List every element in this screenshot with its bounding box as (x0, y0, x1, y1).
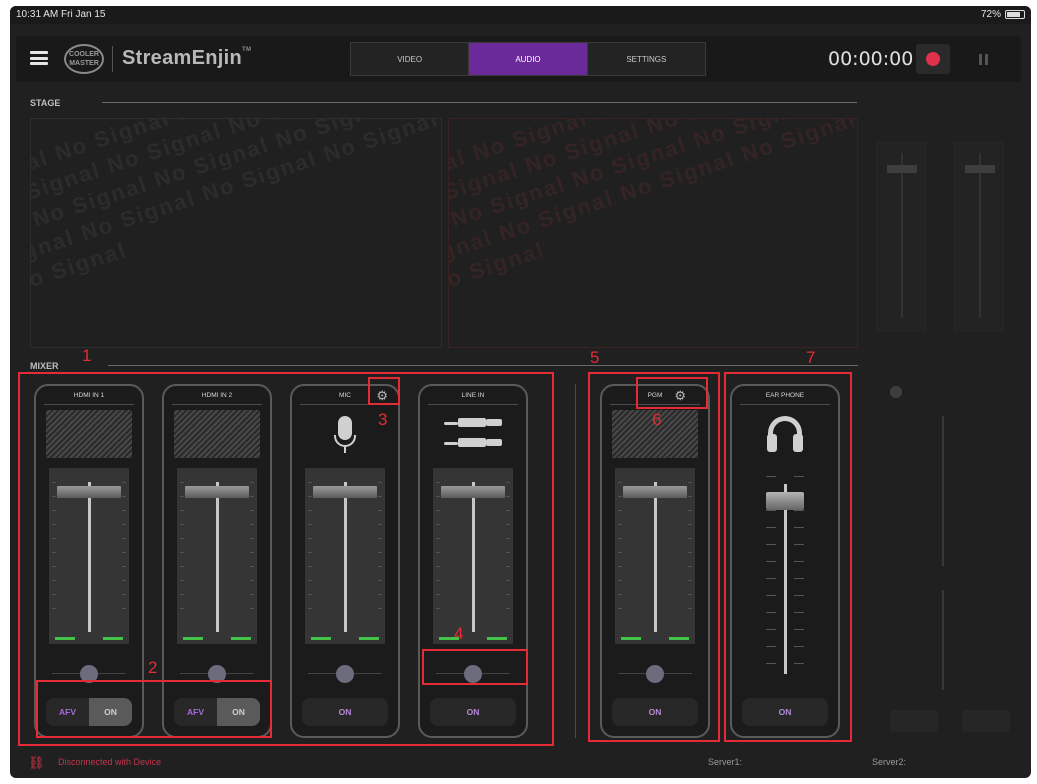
callout-number: 2 (148, 658, 158, 677)
callout-box-4 (422, 649, 528, 685)
no-signal-watermark: No Signal No Signal No Signal No Signal … (448, 118, 858, 312)
no-signal-watermark: No Signal No Signal No Signal No Signal … (30, 118, 442, 312)
tablet-screen: 10:31 AM Fri Jan 15 72% COOLER MASTER St… (10, 6, 1031, 778)
mixer-label: MIXER (30, 361, 59, 371)
mixer-divider (108, 365, 858, 366)
program-monitor[interactable]: No Signal No Signal No Signal No Signal … (448, 118, 858, 348)
level-meter-left (876, 142, 926, 332)
callout-number: 5 (590, 348, 600, 367)
footer-bar: ⛓ Disconnected with Device Server1: Serv… (10, 748, 1031, 778)
status-time: 10:31 AM Fri Jan 15 (16, 9, 106, 20)
battery-percent: 72% (980, 9, 1001, 20)
hamburger-menu-icon[interactable] (30, 51, 48, 65)
callout-box-6 (636, 377, 708, 409)
pause-button[interactable] (966, 44, 1000, 74)
status-bar: 10:31 AM Fri Jan 15 72% (10, 6, 1031, 24)
callout-box-7 (724, 372, 852, 742)
tab-audio[interactable]: AUDIO (469, 43, 588, 75)
callout-number: 3 (378, 410, 388, 429)
battery-status: 72% (981, 9, 1025, 20)
preview-monitor[interactable]: No Signal No Signal No Signal No Signal … (30, 118, 442, 348)
server1-label: Server1: (708, 757, 743, 767)
record-icon (926, 52, 940, 66)
callout-number: 6 (652, 410, 662, 429)
brand-logo: COOLER MASTER (64, 44, 104, 74)
panel-button[interactable] (890, 710, 938, 732)
callout-number: 4 (454, 624, 464, 643)
header-divider (112, 46, 113, 72)
top-bar: COOLER MASTER StreamEnjinTM VIDEO AUDIO … (16, 36, 1021, 82)
panel-slider-track (942, 590, 944, 690)
tab-settings[interactable]: SETTINGS (587, 43, 705, 75)
battery-icon (1005, 10, 1025, 19)
panel-slider-track (942, 416, 944, 566)
disconnected-link-icon: ⛓ (28, 755, 45, 770)
right-panel (874, 96, 1024, 768)
record-button[interactable] (916, 44, 950, 74)
panel-button[interactable] (962, 710, 1010, 732)
toggle-knob[interactable] (890, 386, 902, 398)
mode-tabs: VIDEO AUDIO SETTINGS (350, 42, 706, 76)
trademark: TM (242, 47, 252, 53)
level-meter-right (954, 142, 1004, 332)
stream-timer: 00:00:00 (828, 48, 914, 70)
callout-number: 1 (82, 346, 92, 365)
tab-video[interactable]: VIDEO (351, 43, 470, 75)
connection-status: Disconnected with Device (58, 757, 162, 767)
callout-number: 7 (806, 348, 816, 367)
server2-label: Server2: (872, 757, 907, 767)
callout-box-2 (36, 680, 272, 738)
mixer-separator (575, 384, 576, 738)
app-name: StreamEnjinTM (122, 47, 252, 69)
stage-divider (102, 102, 857, 103)
callout-box-3 (368, 377, 400, 405)
stage-label: STAGE (30, 98, 61, 108)
